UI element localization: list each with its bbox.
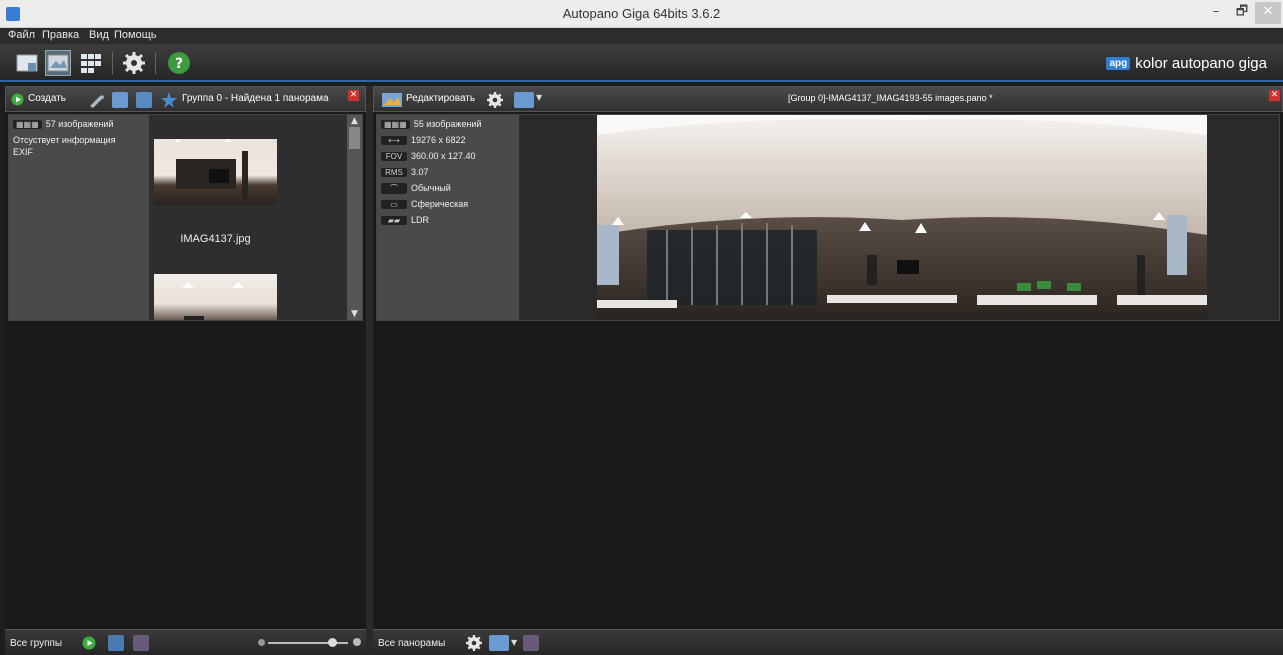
maximize-button[interactable]: 🗗 [1229, 2, 1255, 24]
panoramas-footer: Все панорамы ▼ [373, 629, 1283, 655]
groups-panel: Создать Группа 0 - Найдена 1 панорама ✕ … [5, 86, 366, 655]
scroll-thumb[interactable] [349, 127, 360, 149]
open-images-icon [16, 54, 38, 72]
scroll-up-icon[interactable]: ▲ [347, 115, 362, 127]
exif-warning: Отсуствует информация [13, 135, 116, 145]
menu-edit[interactable]: Правка [42, 29, 79, 41]
quality-icon: ⌒ [381, 183, 407, 194]
panorama-preview[interactable] [597, 115, 1207, 320]
groups-panel-header: Создать Группа 0 - Найдена 1 панорама ✕ [5, 86, 366, 112]
pano-quality: ⌒ Обычный [381, 183, 451, 194]
ldr-icon: ▰▰ [381, 216, 407, 225]
main-toolbar: ? apg kolor autopano giga [0, 44, 1283, 82]
zoom-in-icon[interactable] [353, 638, 361, 646]
pano-title: [Group 0]-IMAG4137_IMAG4193-55 images.pa… [788, 93, 993, 103]
minimize-button[interactable]: – [1203, 2, 1229, 24]
create-button[interactable]: Создать [28, 93, 66, 104]
svg-text:?: ? [175, 56, 183, 72]
pano-dynamic-range: ▰▰ LDR [381, 215, 429, 225]
thumbnail-list[interactable]: IMAG4137.jpg [149, 115, 347, 320]
add-images-icon[interactable] [112, 92, 128, 108]
pano-item[interactable]: ▦▦▦ 55 изображений ⟷ 19276 x 6822 FOV 360.0… [376, 114, 1280, 321]
add-group-icon[interactable] [108, 635, 124, 651]
thumbnail-image-2[interactable] [154, 274, 277, 320]
detect-icon[interactable] [136, 92, 152, 108]
chevron-down-icon[interactable]: ▼ [536, 93, 542, 102]
all-groups-label[interactable]: Все группы [10, 638, 62, 649]
panoramas-panel: Редактировать ▼ [Group 0]-IMAG4137_IMAG4… [373, 86, 1283, 655]
help-button[interactable]: ? [166, 50, 192, 76]
edit-button[interactable]: Редактировать [406, 93, 475, 104]
grid-view-icon [81, 54, 101, 73]
brand-text: kolor autopano giga [1135, 55, 1267, 72]
groups-footer: Все группы [5, 629, 366, 655]
render-all-icon[interactable] [489, 635, 509, 651]
brand-badge: apg [1106, 57, 1131, 70]
star-icon[interactable] [160, 91, 178, 109]
pano-projection: ▭ Сферическая [381, 199, 468, 209]
scroll-down-icon[interactable]: ▼ [347, 308, 362, 320]
thumbnail-scrollbar[interactable]: ▲ ▼ [347, 115, 362, 320]
play-icon[interactable] [11, 93, 24, 106]
menu-help[interactable]: Помощь [114, 29, 157, 41]
size-arrow-icon: ⟷ [381, 136, 407, 145]
wrench-icon[interactable] [88, 92, 106, 108]
remove-group-icon[interactable] [133, 635, 149, 651]
settings-button[interactable] [121, 50, 147, 76]
menu-view[interactable]: Вид [89, 29, 109, 41]
close-group-icon[interactable]: ✕ [348, 90, 359, 101]
pano-info: ▦▦▦ 55 изображений ⟷ 19276 x 6822 FOV 360.0… [377, 115, 519, 320]
chevron-down-icon[interactable]: ▼ [511, 638, 517, 647]
window-title: Autopano Giga 64bits 3.6.2 [562, 6, 721, 21]
menu-bar: Файл Правка Вид Помощь [0, 28, 1283, 44]
images-icon: ▦▦▦ [381, 120, 410, 129]
thumbnail-image[interactable] [154, 139, 277, 205]
toolbar-separator [155, 52, 156, 74]
open-images-button[interactable] [14, 50, 40, 76]
zoom-slider-knob[interactable] [328, 638, 337, 647]
panorama-view-button[interactable] [45, 50, 71, 76]
panoramas-panel-header: Редактировать ▼ [Group 0]-IMAG4137_IMAG4… [373, 86, 1283, 112]
gear-icon [123, 52, 145, 74]
all-panoramas-label[interactable]: Все панорамы [378, 638, 445, 649]
group-info: ▦▦▦ 57 изображений Отсуствует информация … [9, 115, 149, 320]
thumbnail-caption: IMAG4137.jpg [180, 233, 251, 245]
brand-logo: apg kolor autopano giga [1106, 55, 1267, 72]
gear-icon[interactable] [465, 634, 483, 652]
grid-view-button[interactable] [78, 50, 104, 76]
edit-pano-icon[interactable] [382, 93, 402, 107]
help-icon: ? [168, 52, 190, 74]
pano-size: ⟷ 19276 x 6822 [381, 135, 466, 145]
remove-panorama-icon[interactable] [523, 635, 539, 651]
close-pano-icon[interactable]: ✕ [1269, 90, 1280, 101]
panorama-image [597, 115, 1207, 320]
play-icon[interactable] [82, 636, 96, 650]
images-icon: ▦▦▦ [13, 120, 42, 129]
pano-rms: RMS 3.07 [381, 167, 429, 177]
group-item[interactable]: ▦▦▦ 57 изображений Отсуствует информация … [8, 114, 363, 321]
toolbar-separator [112, 52, 113, 74]
title-bar: Autopano Giga 64bits 3.6.2 – 🗗 ✕ [0, 0, 1283, 28]
render-icon[interactable] [514, 92, 534, 108]
exif-warning-2: EXIF [13, 147, 34, 157]
pano-image-count: ▦▦▦ 55 изображений [381, 119, 481, 129]
group-status: Группа 0 - Найдена 1 панорама [182, 93, 329, 104]
panorama-view-icon [47, 54, 69, 72]
close-button[interactable]: ✕ [1255, 2, 1281, 24]
zoom-out-icon[interactable] [258, 639, 265, 646]
pano-fov: FOV 360.00 x 127.40 [381, 151, 476, 161]
gear-icon[interactable] [486, 91, 504, 109]
menu-file[interactable]: Файл [8, 29, 35, 41]
image-count: ▦▦▦ 57 изображений [13, 119, 113, 129]
projection-icon: ▭ [381, 200, 407, 209]
panel-divider[interactable] [366, 86, 373, 655]
